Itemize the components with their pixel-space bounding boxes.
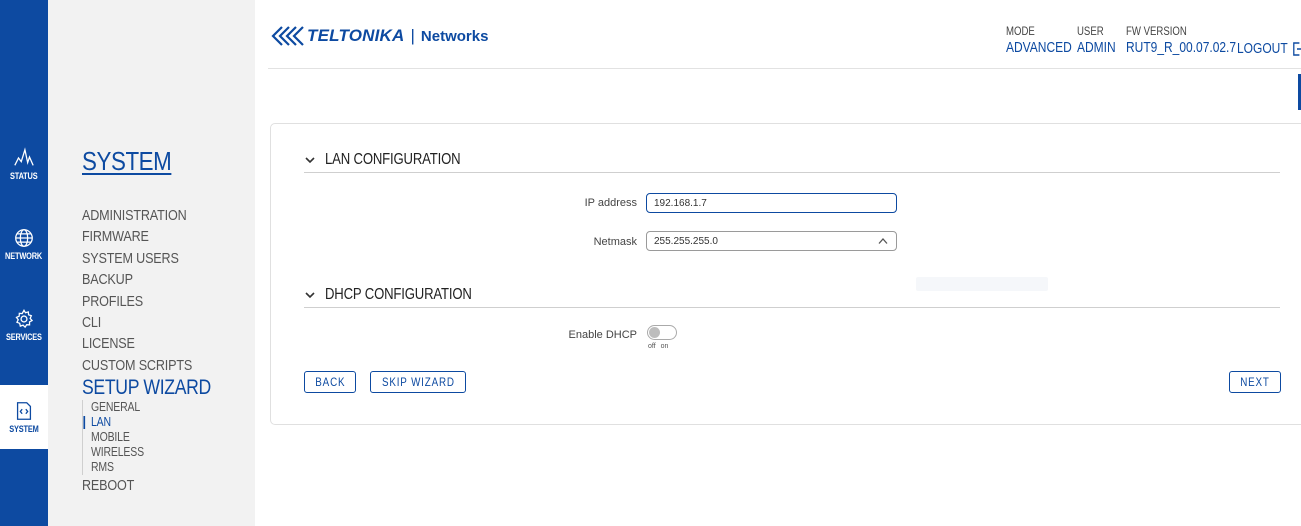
- logout-link[interactable]: LOGOUT: [1237, 40, 1301, 57]
- mode-status: MODE ADVANCED: [1006, 24, 1072, 58]
- mode-value[interactable]: ADVANCED: [1006, 38, 1072, 58]
- menu-item-setup-wizard[interactable]: SETUP WIZARD: [82, 376, 211, 400]
- code-file-icon: [16, 402, 32, 420]
- dhcp-section-divider: [304, 307, 1280, 308]
- toggle-knob: [649, 327, 660, 338]
- dhcp-section-title: DHCP CONFIGURATION: [325, 286, 472, 303]
- back-button-label: BACK: [314, 375, 346, 389]
- system-submenu-panel: SYSTEM ADMINISTRATION FIRMWARE SYSTEM US…: [48, 0, 255, 526]
- status-pulse-icon: [14, 147, 34, 166]
- menu-item-cli[interactable]: CLI: [82, 312, 211, 333]
- main-nav-rail: STATUS NETWORK SERVICES SYSTEM: [0, 0, 48, 526]
- header-divider: [268, 68, 1301, 69]
- gear-icon: [15, 309, 34, 329]
- toggle-on-label: on: [660, 343, 669, 350]
- user-label: USER: [1077, 24, 1104, 38]
- brand-name: TELTONIKA: [307, 26, 405, 45]
- menu-item-profiles[interactable]: PROFILES: [82, 291, 211, 312]
- ip-address-label: IP address: [584, 197, 637, 209]
- toggle-state-labels: off on: [648, 343, 668, 350]
- skip-wizard-button-label: SKIP WIZARD: [381, 375, 455, 389]
- chevron-down-icon: [305, 292, 315, 299]
- menu-item-license[interactable]: LICENSE: [82, 333, 211, 354]
- menu-item-administration[interactable]: ADMINISTRATION: [82, 205, 211, 226]
- next-button[interactable]: NEXT: [1229, 371, 1281, 393]
- chevron-up-icon: [878, 238, 888, 244]
- chevron-down-icon: [305, 157, 315, 164]
- nav-system-label: SYSTEM: [9, 424, 39, 434]
- user-status: USER ADMIN: [1077, 24, 1116, 58]
- fw-version-label: FW VERSION: [1126, 24, 1187, 38]
- section-title[interactable]: SYSTEM: [82, 146, 172, 177]
- nav-network[interactable]: NETWORK: [0, 212, 48, 276]
- nav-services[interactable]: SERVICES: [0, 293, 48, 357]
- dhcp-section-header[interactable]: DHCP CONFIGURATION: [304, 286, 504, 304]
- fw-version-value[interactable]: RUT9_R_00.07.02.7: [1126, 38, 1236, 58]
- teltonika-chevrons-icon: [271, 26, 304, 46]
- lan-section-title: LAN CONFIGURATION: [325, 151, 461, 168]
- wizard-card: LAN CONFIGURATION IP address Netmask 255…: [270, 123, 1301, 425]
- system-menu: ADMINISTRATION FIRMWARE SYSTEM USERS BAC…: [82, 205, 236, 497]
- enable-dhcp-toggle[interactable]: [647, 325, 677, 340]
- lan-section-divider: [304, 172, 1280, 173]
- submenu-item-lan[interactable]: LAN: [83, 415, 212, 430]
- lan-section-header[interactable]: LAN CONFIGURATION: [304, 151, 490, 169]
- netmask-select[interactable]: 255.255.255.0: [646, 231, 897, 251]
- enable-dhcp-label: Enable DHCP: [568, 329, 637, 341]
- menu-item-system-users[interactable]: SYSTEM USERS: [82, 248, 211, 269]
- mode-label: MODE: [1006, 24, 1035, 38]
- netmask-label: Netmask: [593, 236, 637, 248]
- ip-address-input[interactable]: [646, 193, 897, 213]
- submenu-item-rms[interactable]: RMS: [91, 460, 212, 475]
- submenu-item-general[interactable]: GENERAL: [91, 400, 212, 415]
- globe-icon: [15, 229, 33, 247]
- setup-wizard-submenu-wrap: GENERAL LAN MOBILE WIRELESS RMS: [82, 400, 236, 476]
- brand-product: Networks: [420, 27, 489, 45]
- brand-separator: |: [410, 26, 415, 45]
- back-button[interactable]: BACK: [304, 371, 356, 393]
- submenu-item-mobile[interactable]: MOBILE: [91, 430, 212, 445]
- logout-icon: [1293, 41, 1301, 56]
- nav-status-label: STATUS: [10, 171, 38, 181]
- nav-system[interactable]: SYSTEM: [0, 385, 48, 449]
- menu-item-custom-scripts[interactable]: CUSTOM SCRIPTS: [82, 355, 211, 376]
- nav-status[interactable]: STATUS: [0, 132, 48, 196]
- skip-wizard-button[interactable]: SKIP WIZARD: [370, 371, 466, 393]
- logout-label: LOGOUT: [1237, 40, 1288, 57]
- toggle-off-label: off: [648, 343, 656, 350]
- next-button-label: NEXT: [1240, 375, 1270, 389]
- faded-tooltip: [916, 277, 1048, 291]
- user-value[interactable]: ADMIN: [1077, 38, 1116, 58]
- netmask-value: 255.255.255.0: [654, 236, 718, 247]
- menu-item-firmware[interactable]: FIRMWARE: [82, 226, 211, 247]
- submenu-item-wireless[interactable]: WIRELESS: [91, 445, 212, 460]
- menu-item-reboot[interactable]: REBOOT: [82, 475, 211, 496]
- teltonika-logo[interactable]: TELTONIKA | Networks: [268, 24, 488, 48]
- setup-wizard-submenu: GENERAL LAN MOBILE WIRELESS RMS: [82, 400, 236, 476]
- menu-item-backup[interactable]: BACKUP: [82, 269, 211, 290]
- fw-version-status: FW VERSION RUT9_R_00.07.02.7: [1126, 24, 1236, 58]
- nav-network-label: NETWORK: [5, 251, 43, 261]
- nav-services-label: SERVICES: [6, 332, 42, 342]
